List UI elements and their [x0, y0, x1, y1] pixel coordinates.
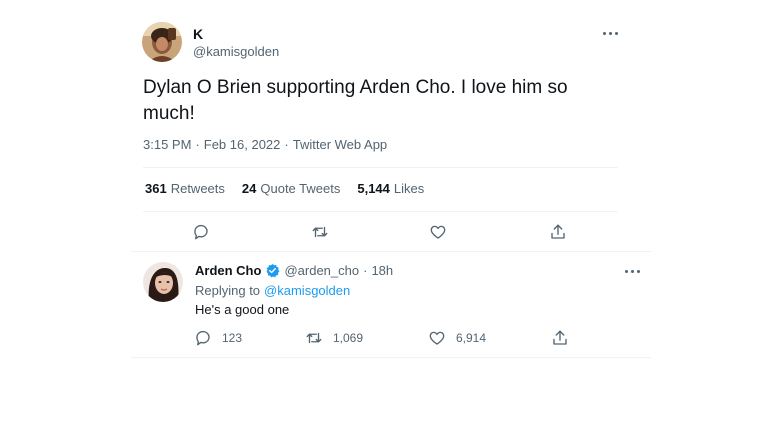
- reply-author-avatar[interactable]: [143, 262, 183, 302]
- divider: [143, 211, 618, 212]
- reply-replies-count: 123: [222, 331, 243, 345]
- reply-retweet-button[interactable]: 1,069: [305, 329, 363, 347]
- reply-icon: [194, 224, 208, 240]
- tweet-source[interactable]: Twitter Web App: [293, 137, 387, 152]
- reply-author-handle[interactable]: @arden_cho: [284, 263, 359, 278]
- reply-like-button[interactable]: 6,914: [428, 329, 486, 347]
- reply-likes-count: 6,914: [456, 331, 487, 345]
- replying-label: Replying to: [195, 283, 261, 298]
- replying-handle-link[interactable]: @kamisgolden: [264, 283, 350, 298]
- author-avatar[interactable]: [142, 22, 182, 62]
- author-avatar-image: [142, 22, 182, 62]
- share-button[interactable]: [549, 223, 567, 241]
- reply-time[interactable]: 18h: [371, 263, 393, 278]
- meta-separator: ·: [195, 137, 200, 152]
- reply-more-options-icon[interactable]: [625, 270, 640, 273]
- reply-icon: [196, 330, 210, 346]
- reply-author-line: Arden Cho @arden_cho · 18h: [195, 263, 393, 278]
- heart-icon: [430, 225, 446, 239]
- tweet-text: Dylan O Brien supporting Arden Cho. I lo…: [143, 77, 568, 124]
- retweets-stat[interactable]: 361 Retweets: [145, 181, 225, 196]
- heart-icon: [429, 331, 445, 345]
- reply-author-name[interactable]: Arden Cho: [195, 263, 261, 278]
- quotes-label: Quote Tweets: [260, 181, 341, 196]
- likes-count: 5,144: [357, 181, 390, 196]
- reply-text: He's a good one: [195, 302, 290, 317]
- tweet-time[interactable]: 3:15 PM: [143, 137, 191, 152]
- verified-badge-icon: [267, 263, 280, 278]
- retweets-label: Retweets: [170, 181, 225, 196]
- reply-button[interactable]: [192, 223, 210, 241]
- meta-separator: ·: [284, 137, 289, 152]
- reply-separator: ·: [363, 263, 368, 278]
- share-icon: [553, 330, 567, 345]
- reply-share-button[interactable]: [551, 329, 569, 347]
- retweet-icon: [312, 226, 328, 238]
- author-name[interactable]: K: [193, 26, 203, 42]
- quotes-count: 24: [241, 181, 257, 196]
- replying-to: Replying to @kamisgolden: [195, 283, 350, 298]
- likes-stat[interactable]: 5,144 Likes: [357, 181, 424, 196]
- tweet-date[interactable]: Feb 16, 2022: [204, 137, 281, 152]
- retweet-button[interactable]: [311, 223, 329, 241]
- reply-retweets-count: 1,069: [333, 331, 364, 345]
- divider: [131, 251, 651, 252]
- tweet-meta: 3:15 PM · Feb 16, 2022 · Twitter Web App: [143, 137, 387, 152]
- author-handle[interactable]: @kamisgolden: [193, 44, 279, 59]
- retweet-icon: [306, 332, 322, 344]
- retweets-count: 361: [145, 181, 167, 196]
- like-button[interactable]: [429, 223, 447, 241]
- share-icon: [551, 224, 565, 239]
- divider: [131, 357, 651, 358]
- likes-label: Likes: [393, 181, 425, 196]
- tweet-stats: 361 Retweets 24 Quote Tweets 5,144 Likes: [145, 181, 441, 196]
- quote-tweets-stat[interactable]: 24 Quote Tweets: [242, 181, 340, 196]
- reply-reply-button[interactable]: 123: [194, 329, 242, 347]
- divider: [143, 167, 618, 168]
- more-options-icon[interactable]: [603, 32, 618, 35]
- reply-author-avatar-image: [143, 262, 183, 302]
